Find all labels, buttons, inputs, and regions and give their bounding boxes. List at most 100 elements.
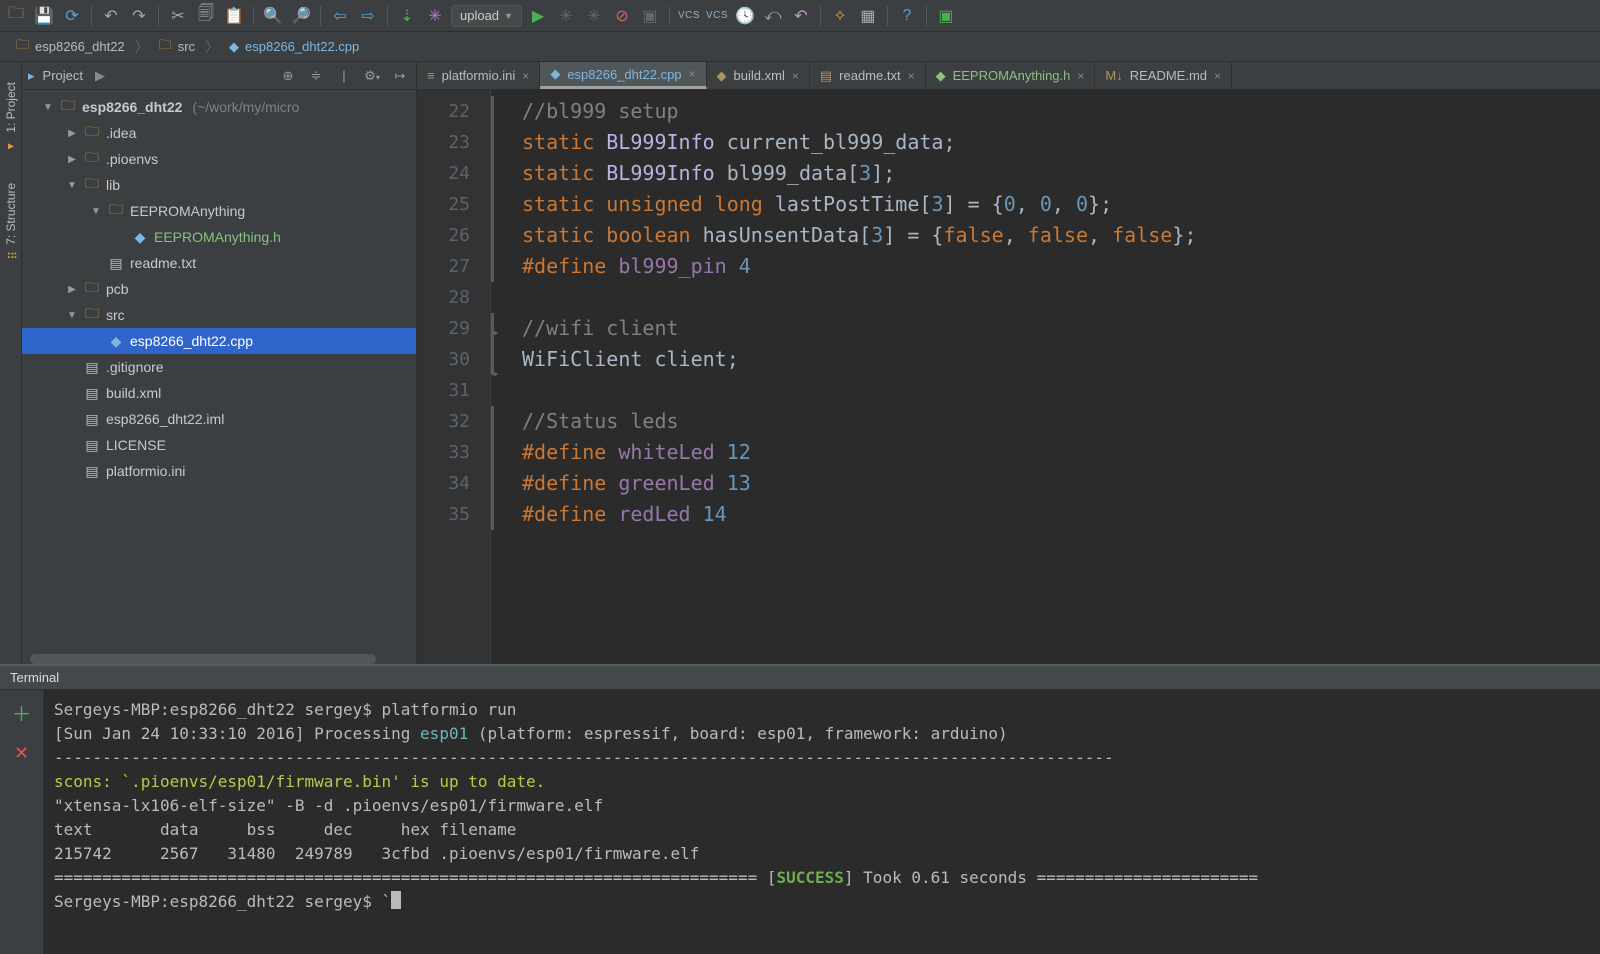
debug-icon[interactable]: ✳ bbox=[554, 4, 578, 28]
breadcrumb-item[interactable]: 🗀esp8266_dht22 bbox=[6, 36, 135, 58]
paste-icon[interactable]: 📋 bbox=[222, 4, 246, 28]
close-icon[interactable]: × bbox=[689, 67, 696, 81]
close-icon[interactable]: × bbox=[792, 69, 799, 83]
forward-icon[interactable]: ⇨ bbox=[356, 4, 380, 28]
bug-icon[interactable]: ✳ bbox=[423, 4, 447, 28]
tree-node[interactable]: ▤readme.txt bbox=[22, 250, 416, 276]
open-icon[interactable]: 🗀 bbox=[4, 4, 28, 28]
tree-twisty-icon[interactable]: ▼ bbox=[42, 102, 54, 113]
code-line[interactable]: static boolean hasUnsentData[3] = {false… bbox=[491, 220, 1600, 251]
zoom-out-icon[interactable]: 🔎 bbox=[289, 4, 313, 28]
collapse-icon[interactable]: ≑ bbox=[306, 68, 326, 84]
code-line[interactable]: #define greenLed 13 bbox=[491, 468, 1600, 499]
close-session-icon[interactable]: ✕ bbox=[14, 743, 29, 764]
hide-panel-icon[interactable]: ↦ bbox=[390, 68, 410, 84]
platformio-icon[interactable]: ▣ bbox=[934, 4, 958, 28]
code-line[interactable]: //Status leds bbox=[491, 406, 1600, 437]
redo-icon[interactable]: ↷ bbox=[127, 4, 151, 28]
gutter-line-number: 26 bbox=[417, 220, 470, 251]
tree-node[interactable]: ▶🗀.idea bbox=[22, 120, 416, 146]
rollback-icon[interactable]: ↶ bbox=[789, 4, 813, 28]
code-editor[interactable]: 2223242526272829303132333435 //bl999 set… bbox=[417, 90, 1600, 664]
code-line[interactable]: WiFiClient client; bbox=[491, 344, 1600, 375]
editor-tab[interactable]: ▤readme.txt× bbox=[810, 62, 926, 89]
target-icon[interactable]: ⊕ bbox=[278, 68, 298, 84]
zoom-in-icon[interactable]: 🔍 bbox=[261, 4, 285, 28]
tree-node[interactable]: ▶🗀.pioenvs bbox=[22, 146, 416, 172]
help-icon[interactable]: ? bbox=[895, 4, 919, 28]
tree-twisty-icon[interactable]: ▼ bbox=[66, 180, 78, 191]
tree-node[interactable]: ▼🗀EEPROMAnything bbox=[22, 198, 416, 224]
code-line[interactable]: static unsigned long lastPostTime[3] = {… bbox=[491, 189, 1600, 220]
editor-body[interactable]: //bl999 setupstatic BL999Info current_bl… bbox=[491, 90, 1600, 664]
gear-icon[interactable]: ⚙▾ bbox=[362, 68, 382, 84]
back-icon[interactable]: ⇦ bbox=[328, 4, 352, 28]
project-panel-title: Project bbox=[43, 68, 83, 83]
save-icon[interactable]: 💾 bbox=[32, 4, 56, 28]
tree-node[interactable]: ▶🗀pcb bbox=[22, 276, 416, 302]
run-icon[interactable]: ▶ bbox=[526, 4, 550, 28]
fold-icon[interactable]: ▸ bbox=[493, 317, 500, 348]
run-config-select[interactable]: upload ▼ bbox=[451, 5, 522, 27]
stop-icon[interactable]: ⊘ bbox=[610, 4, 634, 28]
copy-icon[interactable]: 🗐 bbox=[194, 4, 218, 28]
code-line[interactable]: //bl999 setup bbox=[491, 96, 1600, 127]
toolwindow-icon[interactable]: ✧ bbox=[828, 4, 852, 28]
code-line[interactable] bbox=[491, 282, 1600, 313]
tree-node[interactable]: ▼🗀src bbox=[22, 302, 416, 328]
editor-tab[interactable]: ≡platformio.ini× bbox=[417, 62, 540, 89]
code-line[interactable]: #define whiteLed 12 bbox=[491, 437, 1600, 468]
close-icon[interactable]: × bbox=[908, 69, 915, 83]
new-session-icon[interactable]: ＋ bbox=[12, 698, 32, 727]
history-icon[interactable]: 🕓 bbox=[733, 4, 757, 28]
tree-scrollbar[interactable] bbox=[30, 654, 376, 664]
tree-node[interactable]: ▤platformio.ini bbox=[22, 458, 416, 484]
tree-twisty-icon[interactable]: ▼ bbox=[66, 310, 78, 321]
close-icon[interactable]: × bbox=[1214, 69, 1221, 83]
code-line[interactable]: #define bl999_pin 4 bbox=[491, 251, 1600, 282]
tree-twisty-icon[interactable]: ▼ bbox=[90, 206, 102, 217]
close-icon[interactable]: × bbox=[1077, 69, 1084, 83]
tree-twisty-icon[interactable]: ▶ bbox=[66, 128, 78, 139]
structure-icon[interactable]: ▦ bbox=[856, 4, 880, 28]
tree-twisty-icon[interactable]: ▶ bbox=[66, 284, 78, 295]
editor-tab[interactable]: ◆EEPROMAnything.h× bbox=[926, 62, 1096, 89]
editor-tab[interactable]: ◆build.xml× bbox=[707, 62, 810, 89]
undo-icon[interactable]: ↶ bbox=[99, 4, 123, 28]
vcs-commit-icon[interactable]: VCS bbox=[705, 4, 729, 28]
code-line[interactable] bbox=[491, 375, 1600, 406]
tree-node[interactable]: ▼🗀esp8266_dht22(~/work/my/micro bbox=[22, 94, 416, 120]
code-line[interactable]: static BL999Info current_bl999_data; bbox=[491, 127, 1600, 158]
chevron-right-icon[interactable]: ▶ bbox=[95, 68, 105, 84]
fold-icon[interactable]: ▸ bbox=[493, 358, 500, 389]
tree-node[interactable]: ▤.gitignore bbox=[22, 354, 416, 380]
tree-node[interactable]: ▤esp8266_dht22.iml bbox=[22, 406, 416, 432]
side-tab-project[interactable]: ▸ 1: Project bbox=[4, 82, 18, 153]
editor-tab[interactable]: M↓README.md× bbox=[1095, 62, 1232, 89]
cut-icon[interactable]: ✂ bbox=[166, 4, 190, 28]
structure-icon: ⠿ bbox=[4, 251, 18, 260]
project-tree[interactable]: ▼🗀esp8266_dht22(~/work/my/micro▶🗀.idea▶🗀… bbox=[22, 90, 416, 654]
tree-twisty-icon[interactable]: ▶ bbox=[66, 154, 78, 165]
tree-node[interactable]: ▤LICENSE bbox=[22, 432, 416, 458]
coverage-icon[interactable]: ✳ bbox=[582, 4, 606, 28]
editor-tab[interactable]: ◆esp8266_dht22.cpp× bbox=[540, 62, 706, 89]
side-tab-structure[interactable]: ⠿ 7: Structure bbox=[4, 183, 18, 260]
terminal-header[interactable]: Terminal bbox=[0, 666, 1600, 690]
revert-icon[interactable]: ⤺ bbox=[761, 4, 785, 28]
code-line[interactable]: static BL999Info bl999_data[3]; bbox=[491, 158, 1600, 189]
breadcrumb-item[interactable]: ◆esp8266_dht22.cpp bbox=[219, 36, 369, 58]
close-icon[interactable]: × bbox=[522, 69, 529, 83]
tree-node[interactable]: ▼🗀lib bbox=[22, 172, 416, 198]
download-icon[interactable]: ⇣ bbox=[395, 4, 419, 28]
sync-icon[interactable]: ⟳ bbox=[60, 4, 84, 28]
profile-icon[interactable]: ▣ bbox=[638, 4, 662, 28]
breadcrumb-item[interactable]: 🗀src bbox=[149, 36, 205, 58]
tree-node[interactable]: ◆EEPROMAnything.h bbox=[22, 224, 416, 250]
tree-node[interactable]: ▤build.xml bbox=[22, 380, 416, 406]
tree-node[interactable]: ◆esp8266_dht22.cpp bbox=[22, 328, 416, 354]
vcs-update-icon[interactable]: VCS bbox=[677, 4, 701, 28]
code-line[interactable]: //wifi client bbox=[491, 313, 1600, 344]
terminal-output[interactable]: Sergeys-MBP:esp8266_dht22 sergey$ platfo… bbox=[44, 690, 1600, 954]
code-line[interactable]: #define redLed 14 bbox=[491, 499, 1600, 530]
